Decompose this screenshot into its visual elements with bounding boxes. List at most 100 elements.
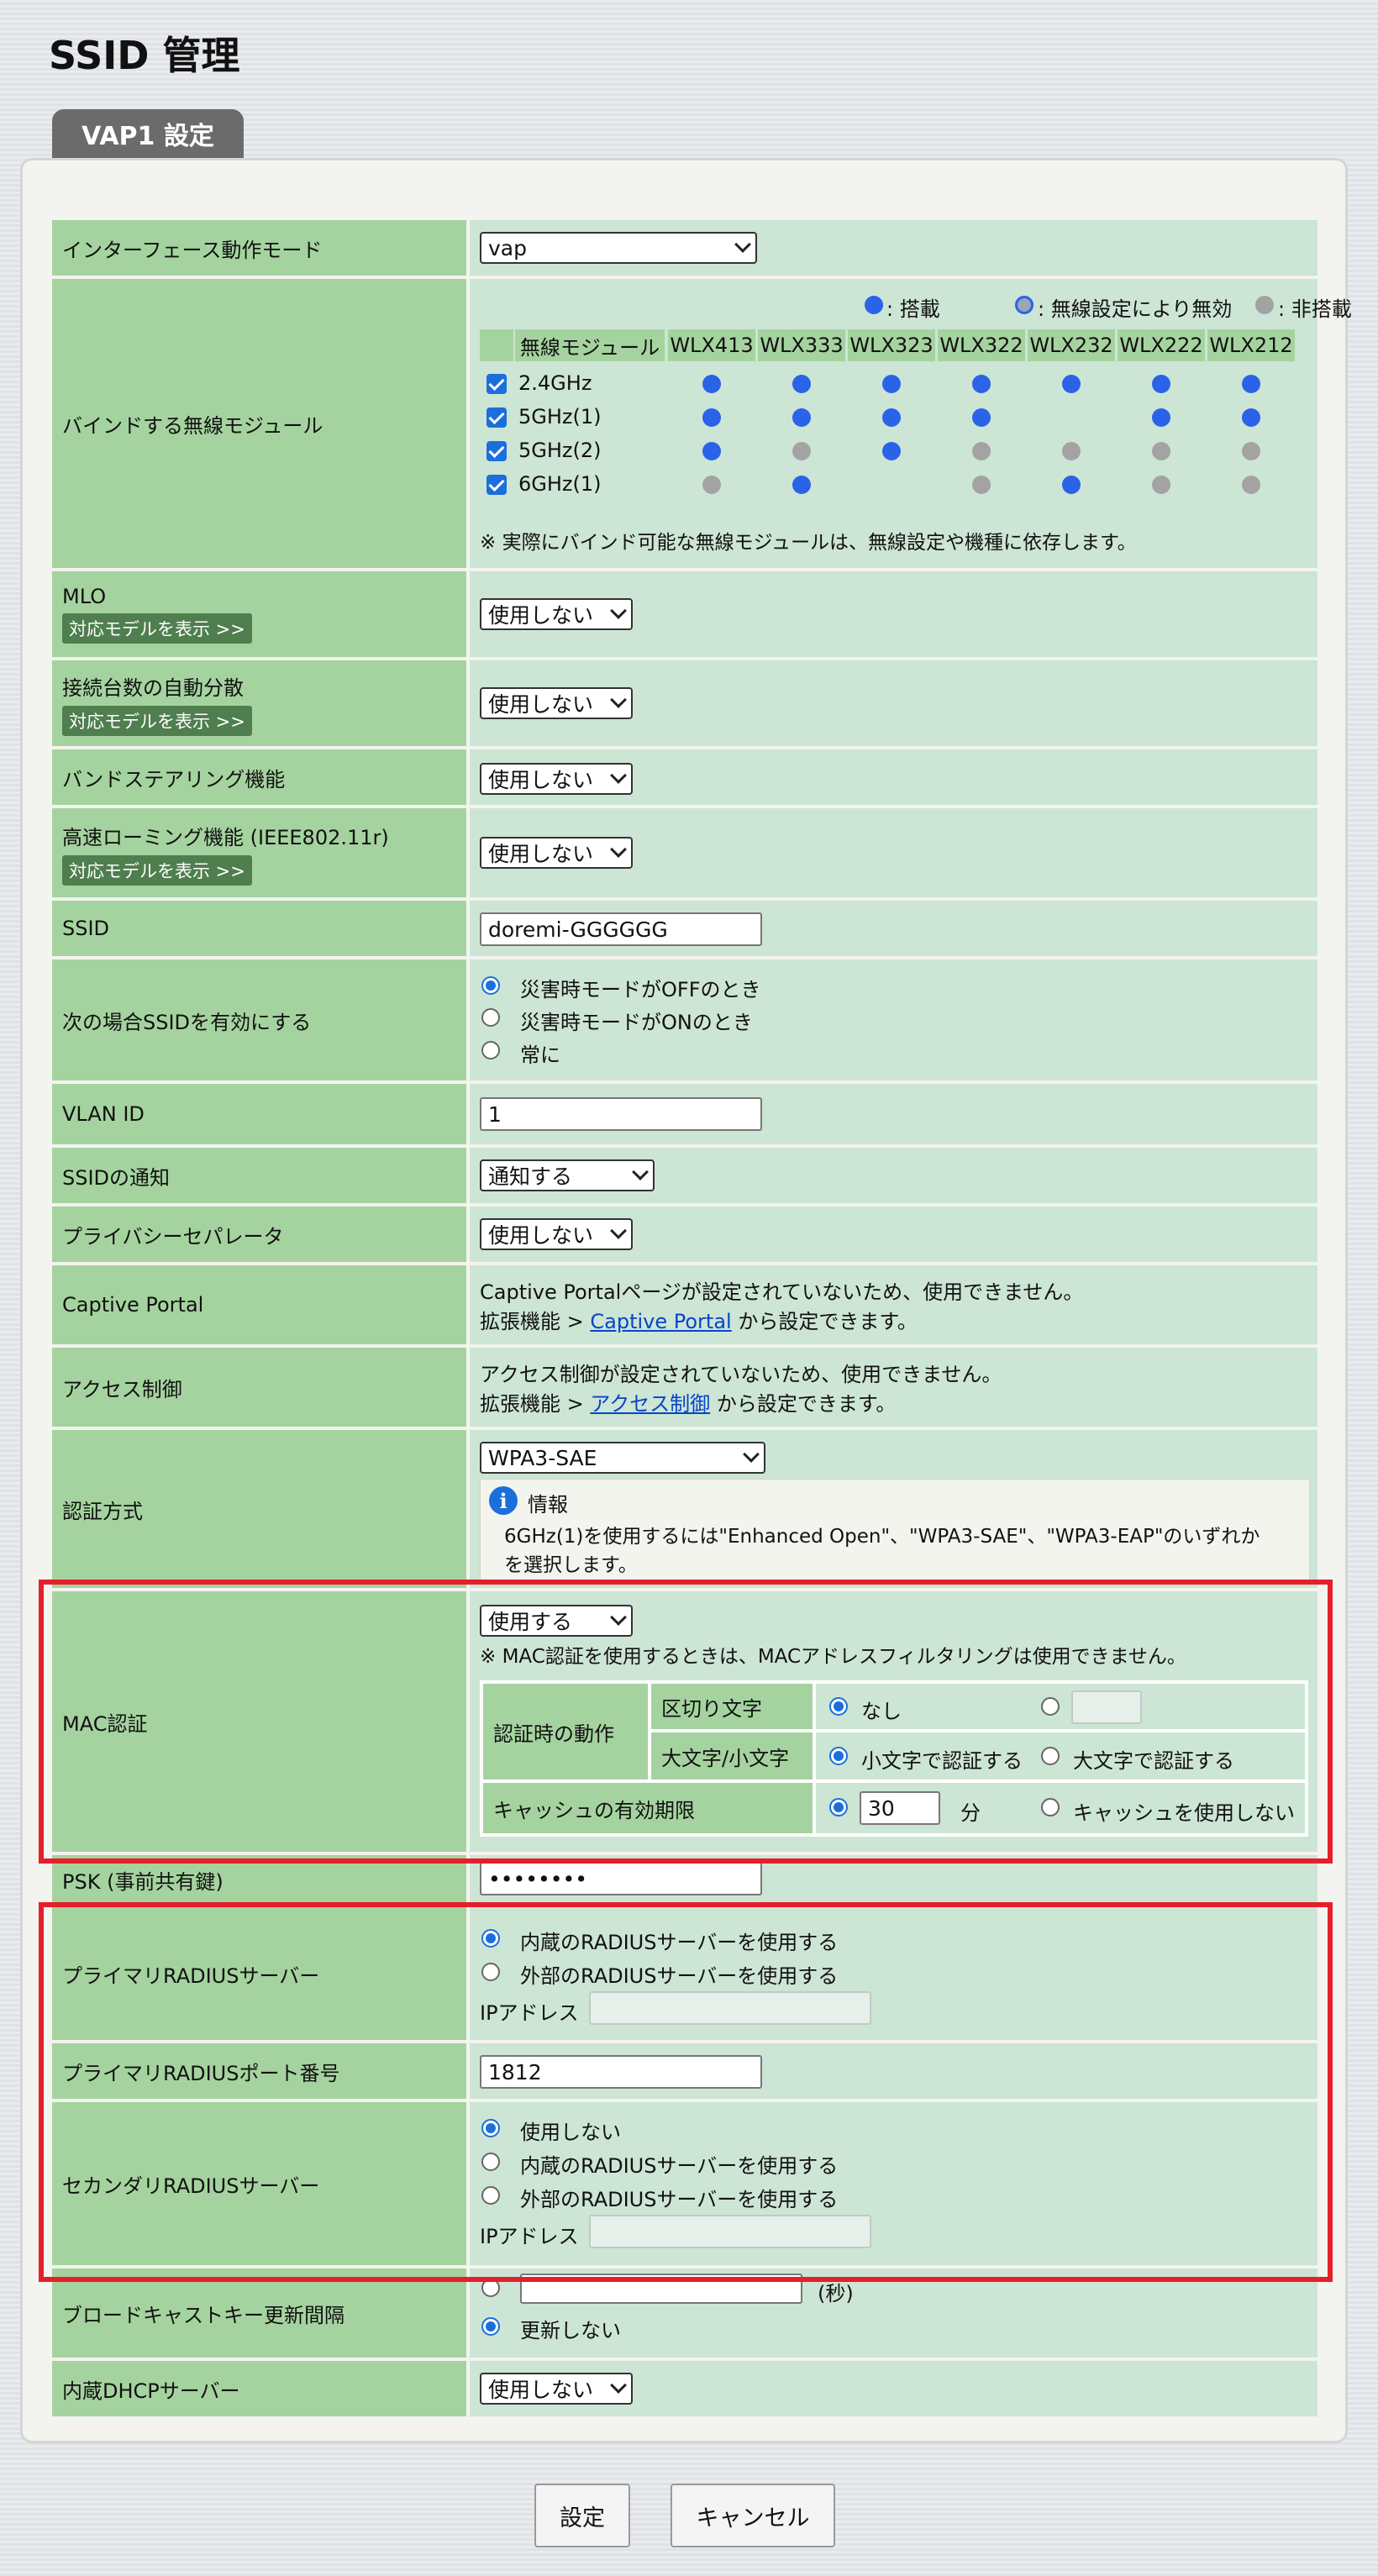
module-status-icon [1152, 375, 1170, 393]
highlight-mac-auth [39, 1580, 1333, 1864]
legend-off-label: : 非搭載 [1278, 297, 1352, 321]
broadcast-no-update-radio[interactable] [481, 2317, 500, 2336]
access-control-link[interactable]: アクセス制御 [590, 1392, 710, 1416]
module-status-icon [1242, 408, 1260, 427]
vlan-input[interactable]: 1 [480, 1097, 762, 1131]
module-status-icon [1152, 442, 1170, 460]
row-dhcp: 内蔵DHCPサーバー 使用しない [52, 2361, 1318, 2416]
label-ssid-enable: 次の場合SSIDを有効にする [52, 959, 466, 1080]
auth-method-select[interactable]: WPA3-SAE [480, 1442, 765, 1474]
label-text: 認証方式 [62, 1499, 143, 1523]
module-status-icon [882, 375, 901, 393]
value-vlan: 1 [470, 1084, 1318, 1144]
value-fast-roaming: 使用しない [470, 808, 1318, 897]
label-bind-module: バインドする無線モジュール [52, 279, 466, 568]
row-auth-method: 認証方式 WPA3-SAE i 情報 6GHz(1)を使用するには"Enhanc… [52, 1430, 1318, 1588]
module-status-icon [792, 375, 811, 393]
mlo-select[interactable]: 使用しない [480, 598, 633, 630]
chevron-down-icon [743, 1446, 760, 1463]
show-models-button[interactable]: 対応モデルを表示 >> [62, 854, 252, 886]
model-header: WLX212 [1207, 329, 1295, 361]
band-checkbox[interactable] [487, 374, 507, 394]
module-header: 無線モジュール [515, 329, 665, 361]
module-status-icon [1062, 476, 1081, 494]
access-message: アクセス制御が設定されていないため、使用できません。 [480, 1363, 1002, 1386]
ssid-enable-radio-off[interactable] [481, 976, 500, 995]
info-line: を選択します。 [504, 1554, 638, 1576]
value-interface-mode: vap [470, 220, 1318, 276]
value-ssid: doremi-GGGGGG [470, 901, 1318, 956]
module-status-icon [1062, 375, 1081, 393]
submit-button[interactable]: 設定 [534, 2484, 630, 2547]
label-vlan: VLAN ID [52, 1084, 466, 1144]
privacy-select[interactable]: 使用しない [480, 1218, 633, 1250]
label-text: SSIDの通知 [62, 1165, 171, 1190]
module-status-icon [792, 408, 811, 427]
label-text: ブロードキャストキー更新間隔 [62, 2303, 344, 2327]
legend-on-label: : 搭載 [886, 297, 940, 321]
row-fast-roaming: 高速ローミング機能 (IEEE802.11r) 対応モデルを表示 >> 使用しない [52, 808, 1318, 897]
row-interface-mode: インターフェース動作モード vap [52, 220, 1318, 276]
access-link-line: 拡張機能 > アクセス制御 から設定できます。 [480, 1392, 897, 1416]
label-text: VLAN ID [62, 1102, 145, 1126]
load-balance-select[interactable]: 使用しない [480, 687, 633, 719]
legend-disabled-icon [1015, 296, 1034, 314]
label-auth-method: 認証方式 [52, 1430, 466, 1588]
ssid-notify-select[interactable]: 通知する [480, 1159, 655, 1191]
chevron-down-icon [632, 1164, 649, 1180]
cancel-button[interactable]: キャンセル [671, 2484, 835, 2547]
ssid-enable-radio-on[interactable] [481, 1008, 500, 1027]
band-steering-select[interactable]: 使用しない [480, 763, 633, 795]
label-fast-roaming: 高速ローミング機能 (IEEE802.11r) 対応モデルを表示 >> [52, 808, 466, 897]
label-text: 接続台数の自動分散 [62, 676, 244, 700]
band-label: 6GHz(1) [518, 472, 602, 496]
option-label: 常に [520, 1044, 560, 1067]
show-models-button[interactable]: 対応モデルを表示 >> [62, 705, 252, 736]
label-privacy: プライバシーセパレータ [52, 1207, 466, 1262]
band-checkbox[interactable] [487, 475, 507, 495]
option-label: 災害時モードがOFFのとき [520, 978, 761, 1001]
captive-portal-link[interactable]: Captive Portal [590, 1310, 731, 1333]
module-status-icon [1242, 476, 1260, 494]
module-header-blank [480, 329, 513, 361]
label-text: プライバシーセパレータ [62, 1224, 284, 1249]
interface-mode-select[interactable]: vap [480, 232, 757, 264]
show-models-button[interactable]: 対応モデルを表示 >> [62, 613, 252, 644]
ssid-input[interactable]: doremi-GGGGGG [480, 912, 762, 946]
model-header: WLX222 [1118, 329, 1205, 361]
value-auth-method: WPA3-SAE i 情報 6GHz(1)を使用するには"Enhanced Op… [470, 1430, 1318, 1588]
label-text: PSK (事前共有鍵) [62, 1869, 224, 1894]
chevron-down-icon [610, 602, 627, 619]
value-captive-portal: Captive Portalページが設定されていないため、使用できません。 拡張… [470, 1265, 1318, 1344]
module-status-icon [702, 476, 721, 494]
band-label: 5GHz(1) [518, 405, 602, 428]
row-ssid: SSID doremi-GGGGGG [52, 901, 1318, 956]
fast-roaming-select[interactable]: 使用しない [480, 837, 633, 869]
highlight-radius [39, 1902, 1333, 2282]
model-header: WLX232 [1028, 329, 1115, 361]
option-label: 更新しない [520, 2319, 621, 2342]
value-band-steering: 使用しない [470, 749, 1318, 805]
band-checkbox[interactable] [487, 441, 507, 461]
label-text: インターフェース動作モード [62, 238, 323, 262]
band-checkbox[interactable] [487, 407, 507, 428]
dhcp-select[interactable]: 使用しない [480, 2373, 633, 2405]
tab-vap1-settings[interactable]: VAP1 設定 [52, 109, 244, 158]
label-text: 高速ローミング機能 (IEEE802.11r) [62, 825, 389, 849]
module-status-icon [972, 375, 991, 393]
row-vlan: VLAN ID 1 [52, 1084, 1318, 1144]
module-status-icon [792, 476, 811, 494]
label-text: バンドステアリング機能 [62, 767, 286, 791]
module-status-icon [1062, 442, 1081, 460]
module-status-icon [1242, 442, 1260, 460]
chevron-down-icon [610, 1222, 627, 1239]
module-status-icon [1062, 408, 1081, 427]
model-header: WLX323 [848, 329, 935, 361]
row-mlo: MLO 対応モデルを表示 >> 使用しない [52, 571, 1318, 657]
value-dhcp: 使用しない [470, 2361, 1318, 2416]
row-load-balance: 接続台数の自動分散対応モデルを表示 >> 使用しない [52, 660, 1318, 746]
chevron-down-icon [610, 767, 627, 784]
psk-input[interactable]: •••••••• [480, 1862, 762, 1895]
ssid-enable-radio-always[interactable] [481, 1041, 500, 1059]
label-mlo: MLO 対応モデルを表示 >> [52, 571, 466, 657]
